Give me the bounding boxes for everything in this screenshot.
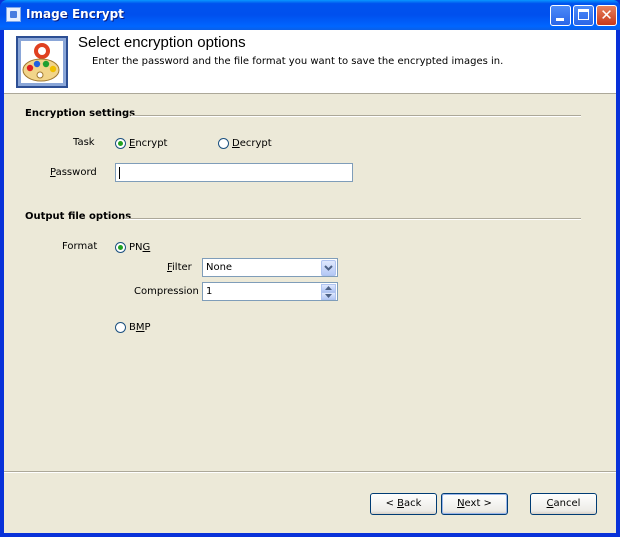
spin-down-button[interactable] [321, 292, 336, 300]
footer-separator [4, 471, 616, 473]
task-label: Task [73, 137, 95, 148]
app-window: Image Encrypt ✕ Select encryption option… [0, 0, 620, 537]
decrypt-radio[interactable] [218, 138, 229, 149]
encryption-settings-divider [131, 115, 581, 117]
minimize-button[interactable] [550, 5, 571, 26]
chevron-down-icon [322, 261, 335, 275]
png-radio-label[interactable]: PNG [129, 242, 150, 253]
minimize-icon [556, 18, 564, 21]
filter-select[interactable]: None [202, 258, 338, 277]
title-bar[interactable]: Image Encrypt ✕ [0, 0, 620, 30]
wizard-header: Select encryption options Enter the pass… [4, 30, 616, 94]
back-button[interactable]: < Back [370, 493, 437, 515]
filter-dropdown-button[interactable] [321, 260, 336, 276]
wizard-body: Select encryption options Enter the pass… [4, 30, 616, 533]
paint-palette-icon [16, 36, 68, 88]
encryption-settings-title: Encryption settings [25, 108, 136, 119]
compression-value: 1 [206, 286, 213, 297]
compression-stepper[interactable]: 1 [202, 282, 338, 301]
arrow-down-icon [322, 293, 335, 299]
encrypt-radio-label[interactable]: Encrypt [129, 138, 167, 149]
filter-value: None [206, 262, 233, 273]
close-button[interactable]: ✕ [596, 5, 617, 26]
compression-label: Compression [134, 286, 199, 297]
bmp-radio[interactable] [115, 322, 126, 333]
encrypt-radio[interactable] [115, 138, 126, 149]
decrypt-radio-label[interactable]: Decrypt [232, 138, 272, 149]
png-radio[interactable] [115, 242, 126, 253]
password-input[interactable] [115, 163, 353, 182]
arrow-up-icon [322, 285, 335, 291]
bmp-radio-label[interactable]: BMP [129, 322, 151, 333]
next-button[interactable]: Next > [441, 493, 508, 515]
page-title: Select encryption options [78, 34, 246, 51]
output-options-title: Output file options [25, 211, 132, 222]
page-subtitle: Enter the password and the file format y… [92, 56, 504, 67]
text-caret [119, 167, 120, 179]
app-icon [6, 7, 21, 22]
maximize-button[interactable] [573, 5, 594, 26]
maximize-icon [578, 9, 589, 20]
close-icon: ✕ [600, 6, 613, 24]
spin-up-button[interactable] [321, 284, 336, 292]
password-label: Password [50, 167, 97, 178]
format-label: Format [62, 241, 98, 252]
cancel-button[interactable]: Cancel [530, 493, 597, 515]
filter-label: Filter [167, 262, 192, 273]
window-title: Image Encrypt [26, 7, 124, 21]
output-options-divider [124, 218, 581, 220]
